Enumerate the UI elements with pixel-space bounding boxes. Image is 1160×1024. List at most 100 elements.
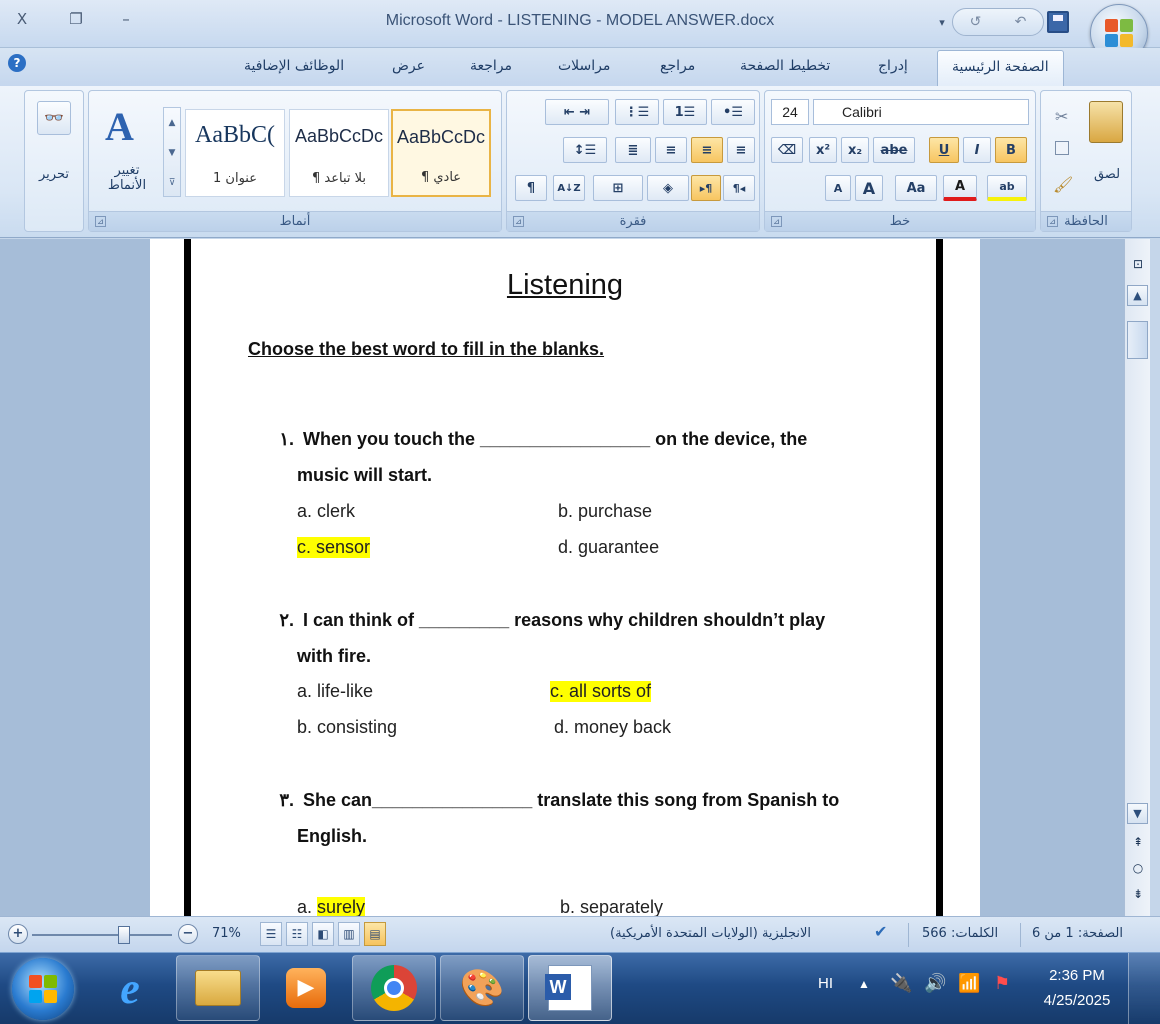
clipboard-launcher-icon[interactable]: ⊿ <box>1047 216 1058 227</box>
line-spacing-button[interactable]: ↕☰ <box>563 137 607 163</box>
document-area[interactable]: Listening Choose the best word to fill i… <box>0 239 1124 916</box>
scroll-up-button[interactable]: ▲ <box>1127 285 1148 306</box>
question-3-text: She can________________ translate this s… <box>303 790 840 810</box>
paste-label[interactable]: لصق <box>1085 167 1129 182</box>
style-no-spacing[interactable]: AaBbCcDc ¶ بلا تباعد <box>289 109 389 197</box>
word-count[interactable]: الكلمات: 566 <box>922 926 998 941</box>
scroll-thumb[interactable] <box>1127 321 1148 359</box>
scroll-down-button[interactable]: ▼ <box>1127 803 1148 824</box>
cut-icon[interactable]: ✂ <box>1055 107 1068 126</box>
zoom-slider-thumb[interactable] <box>118 926 130 944</box>
taskbar-file-explorer[interactable] <box>176 955 260 1021</box>
clock[interactable]: 2:36 PM 4/25/2025 <box>1032 963 1122 1013</box>
tab-review[interactable]: مراجعة <box>470 58 512 74</box>
volume-icon[interactable]: 🔊 <box>924 973 946 994</box>
superscript-button[interactable]: x² <box>809 137 837 163</box>
proofing-icon[interactable]: ✔ <box>874 922 887 941</box>
ruler-toggle-icon[interactable]: ⊡ <box>1131 257 1145 271</box>
grow-font-button[interactable]: A <box>855 175 883 201</box>
font-name-combo[interactable]: Calibri <box>813 99 1029 125</box>
change-case-button[interactable]: Aa <box>895 175 937 201</box>
input-language[interactable]: HI <box>818 975 833 992</box>
bold-button[interactable]: B <box>995 137 1027 163</box>
view-outline-button[interactable]: ☷ <box>286 922 308 946</box>
editing-group[interactable]: 👓 تحرير <box>24 90 84 232</box>
italic-button[interactable]: I <box>963 137 991 163</box>
paragraph-launcher-icon[interactable]: ⊿ <box>513 216 524 227</box>
next-page-icon[interactable]: ⇟ <box>1131 887 1145 901</box>
align-center-button[interactable]: ≡ <box>691 137 723 163</box>
shrink-font-button[interactable]: A <box>825 175 851 201</box>
taskbar-media-player[interactable]: ▶ <box>264 955 348 1021</box>
action-center-icon[interactable]: ⚑ <box>994 973 1010 994</box>
font-name-value: Calibri <box>842 104 882 120</box>
highlight-color-button[interactable]: ab <box>987 175 1027 201</box>
vertical-scrollbar[interactable]: ⊡ ▲ ▼ ⇞ ○ ⇟ <box>1124 239 1150 916</box>
help-icon[interactable]: ? <box>8 54 26 72</box>
previous-page-icon[interactable]: ⇞ <box>1131 835 1145 849</box>
strikethrough-button[interactable]: abe <box>873 137 915 163</box>
multilevel-list-button[interactable]: ⋮☰ <box>615 99 659 125</box>
font-color-button[interactable]: A <box>943 175 977 201</box>
tab-references[interactable]: مراجع <box>660 58 695 74</box>
tab-page-layout[interactable]: تخطيط الصفحة <box>740 58 830 74</box>
rtl-button[interactable]: ▸¶ <box>691 175 721 201</box>
tab-add-ins[interactable]: الوظائف الإضافية <box>244 58 344 74</box>
power-icon[interactable]: 🔌 <box>890 973 912 994</box>
change-styles-label[interactable]: تغيير الأنماط <box>95 163 159 193</box>
align-right-button[interactable]: ≡ <box>655 137 687 163</box>
styles-launcher-icon[interactable]: ⊿ <box>95 216 106 227</box>
bullets-button[interactable]: •☰ <box>711 99 755 125</box>
tab-mailings[interactable]: مراسلات <box>558 58 610 74</box>
qat-customize-icon[interactable]: ▾ <box>935 16 949 29</box>
view-print-layout-button[interactable]: ▤ <box>364 922 386 946</box>
redo-icon[interactable]: ↺ <box>970 14 982 30</box>
align-left-button[interactable]: ≡ <box>727 137 755 163</box>
justify-button[interactable]: ≣ <box>615 137 651 163</box>
subscript-button[interactable]: x₂ <box>841 137 869 163</box>
undo-icon[interactable]: ↶ <box>1015 14 1027 30</box>
taskbar-paint[interactable]: 🎨 <box>440 955 524 1021</box>
taskbar-chrome[interactable] <box>352 955 436 1021</box>
tab-insert[interactable]: إدراج <box>878 58 908 74</box>
page-indicator[interactable]: الصفحة: 1 من 6 <box>1032 926 1123 941</box>
tray-expand-icon[interactable]: ▲ <box>858 977 870 991</box>
document-page[interactable]: Listening Choose the best word to fill i… <box>150 239 980 916</box>
font-size-combo[interactable]: 24 <box>771 99 809 125</box>
start-button[interactable] <box>12 958 74 1020</box>
browse-object-icon[interactable]: ○ <box>1131 861 1145 875</box>
network-icon[interactable]: 📶 <box>958 973 980 994</box>
view-reading-button[interactable]: ▥ <box>338 922 360 946</box>
underline-button[interactable]: U <box>929 137 959 163</box>
format-painter-icon[interactable]: 🖌 <box>1053 175 1073 194</box>
zoom-slider-track[interactable] <box>32 934 172 936</box>
clear-formatting-button[interactable]: ⌫ <box>771 137 803 163</box>
ltr-button[interactable]: ¶◂ <box>723 175 755 201</box>
status-separator <box>1020 923 1021 947</box>
font-launcher-icon[interactable]: ⊿ <box>771 216 782 227</box>
zoom-in-button[interactable]: + <box>8 924 28 944</box>
language-indicator[interactable]: الانجليزية (الولايات المتحدة الأمريكية) <box>610 926 811 941</box>
indent-buttons[interactable]: ⇤ ⇥ <box>545 99 609 125</box>
borders-button[interactable]: ⊞ <box>593 175 643 201</box>
show-desktop-button[interactable] <box>1128 953 1160 1024</box>
zoom-out-button[interactable]: − <box>178 924 198 944</box>
zoom-level[interactable]: 71% <box>212 926 241 941</box>
tab-home[interactable]: الصفحة الرئيسية <box>937 50 1064 87</box>
styles-scroll[interactable]: ▲ ▼ ⊽ <box>163 107 181 197</box>
style-heading1[interactable]: AaBbC( عنوان 1 <box>185 109 285 197</box>
show-marks-button[interactable]: ¶ <box>515 175 547 201</box>
view-web-button[interactable]: ◧ <box>312 922 334 946</box>
style-normal[interactable]: AaBbCcDc ¶ عادي <box>391 109 491 197</box>
change-styles-icon[interactable]: A <box>105 103 134 150</box>
tab-view[interactable]: عرض <box>392 58 425 74</box>
sort-button[interactable]: A↓Z <box>553 175 585 201</box>
paste-icon[interactable] <box>1089 101 1123 143</box>
numbering-button[interactable]: 1☰ <box>663 99 707 125</box>
taskbar-word[interactable]: W <box>528 955 612 1021</box>
view-draft-button[interactable]: ☰ <box>260 922 282 946</box>
taskbar-internet-explorer[interactable]: e <box>88 955 172 1021</box>
shading-button[interactable]: ◈ <box>647 175 689 201</box>
copy-icon[interactable] <box>1055 141 1069 155</box>
save-icon[interactable] <box>1047 11 1069 33</box>
